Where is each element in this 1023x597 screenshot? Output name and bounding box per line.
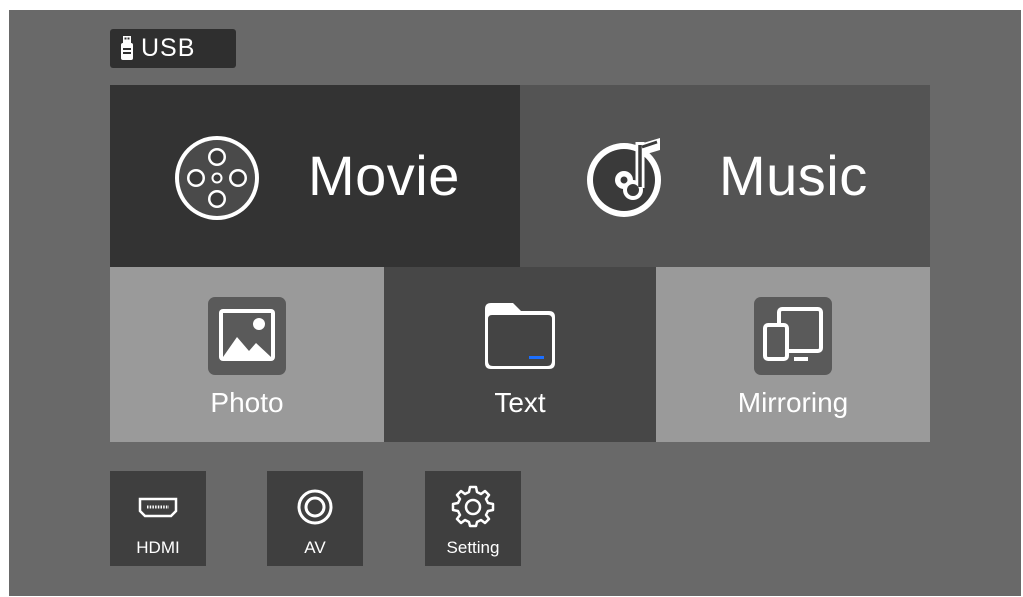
tile-movie-label: Movie (308, 144, 460, 207)
setting-button[interactable]: Setting (425, 471, 521, 566)
music-disc-icon (587, 138, 661, 217)
tile-movie[interactable]: Movie (110, 85, 520, 267)
source-label: USB (141, 34, 196, 62)
tile-text-label: Text (494, 387, 546, 418)
screen-mirroring-icon (754, 297, 832, 375)
tile-text[interactable]: Text (384, 267, 656, 442)
image-icon (208, 297, 286, 375)
gear-icon (451, 485, 495, 528)
tile-photo[interactable]: Photo (110, 267, 384, 442)
setting-label: Setting (446, 538, 500, 557)
folder-icon (485, 303, 555, 369)
tv-home-screen: USB Movie Music Photo Text Mirroring HDM… (9, 10, 1021, 596)
tile-photo-label: Photo (210, 387, 284, 418)
av-label: AV (304, 538, 326, 557)
hdmi-port-icon (138, 497, 178, 518)
tile-mirroring[interactable]: Mirroring (656, 267, 930, 442)
film-reel-icon (175, 136, 259, 220)
usb-drive-icon (121, 35, 133, 60)
tile-music-label: Music (719, 144, 868, 207)
source-badge[interactable]: USB (110, 29, 236, 68)
hdmi-button[interactable]: HDMI (110, 471, 206, 566)
tile-mirroring-label: Mirroring (737, 387, 849, 418)
tile-music[interactable]: Music (520, 85, 930, 267)
av-button[interactable]: AV (267, 471, 363, 566)
hdmi-label: HDMI (136, 538, 180, 557)
av-jack-icon (297, 489, 333, 525)
